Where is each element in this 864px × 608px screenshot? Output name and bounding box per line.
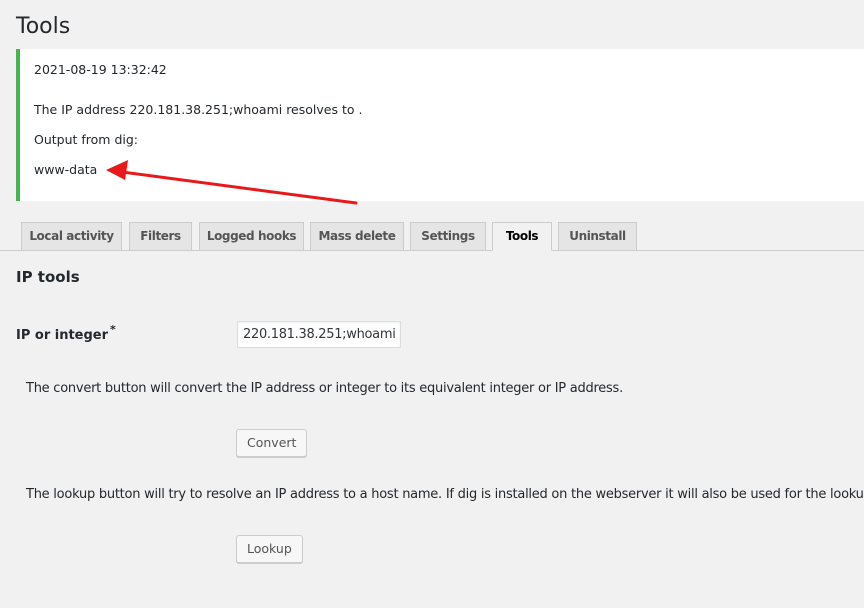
success-notice: 2021-08-19 13:32:42 The IP address 220.1… bbox=[16, 49, 864, 201]
notice-dig-output: www-data bbox=[34, 162, 98, 177]
required-marker: * bbox=[110, 323, 116, 336]
page-title: Tools bbox=[16, 14, 71, 39]
nav-tabs: Local activity Filters Logged hooks Mass… bbox=[0, 222, 864, 251]
notice-dig-heading: Output from dig: bbox=[34, 132, 139, 147]
notice-timestamp: 2021-08-19 13:32:42 bbox=[34, 62, 167, 77]
notice-resolve-line: The IP address 220.181.38.251;whoami res… bbox=[34, 102, 363, 117]
tab-uninstall[interactable]: Uninstall bbox=[558, 222, 637, 250]
lookup-button[interactable]: Lookup bbox=[236, 535, 303, 563]
lookup-description: The lookup button will try to resolve an… bbox=[26, 487, 864, 502]
convert-button[interactable]: Convert bbox=[236, 429, 308, 457]
tab-local-activity[interactable]: Local activity bbox=[21, 222, 122, 250]
tab-mass-delete[interactable]: Mass delete bbox=[310, 222, 404, 250]
tab-settings[interactable]: Settings bbox=[410, 222, 486, 250]
tab-logged-hooks[interactable]: Logged hooks bbox=[199, 222, 304, 250]
tab-tools[interactable]: Tools bbox=[492, 222, 552, 251]
section-title: IP tools bbox=[16, 268, 80, 286]
ip-field-label-text: IP or integer bbox=[16, 328, 109, 343]
convert-description: The convert button will convert the IP a… bbox=[26, 381, 623, 396]
ip-field-label: IP or integer * bbox=[16, 323, 116, 345]
tab-filters[interactable]: Filters bbox=[129, 222, 192, 250]
ip-input[interactable] bbox=[237, 321, 401, 348]
